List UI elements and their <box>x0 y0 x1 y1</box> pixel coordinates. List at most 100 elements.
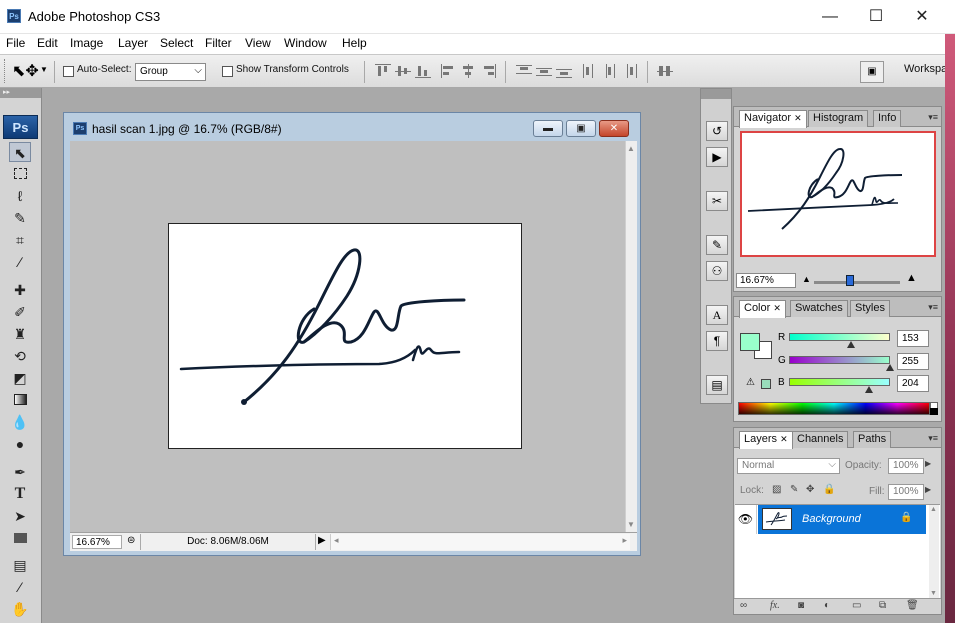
lock-image-icon[interactable]: ✎ <box>790 484 798 495</box>
toolbox-grip[interactable]: ▸▸ <box>0 88 41 98</box>
menu-select[interactable]: Select <box>160 36 193 50</box>
slice-tool-icon[interactable]: ∕ <box>9 252 31 272</box>
distribute-left-icon[interactable] <box>582 64 598 78</box>
minimize-button[interactable]: — <box>807 3 853 31</box>
zoom-slider-thumb[interactable] <box>846 275 854 286</box>
distribute-vertical-center-icon[interactable] <box>536 64 552 78</box>
b-slider-thumb[interactable] <box>865 386 873 393</box>
close-icon[interactable]: ✕ <box>794 113 802 123</box>
color-spectrum-ramp[interactable] <box>738 402 930 415</box>
eyedropper-tool-icon[interactable]: ⁄ <box>9 577 31 597</box>
align-left-icon[interactable] <box>441 64 457 78</box>
distribute-bottom-icon[interactable] <box>556 64 572 78</box>
blur-tool-icon[interactable]: 💧 <box>9 412 31 432</box>
opacity-field[interactable]: 100% <box>888 458 924 474</box>
chevron-up-icon[interactable]: ▲ <box>627 144 635 153</box>
distribute-right-icon[interactable] <box>622 64 638 78</box>
g-slider-thumb[interactable] <box>886 364 894 371</box>
type-tool-icon[interactable]: T <box>9 484 31 504</box>
move-tool-icon[interactable]: ⬉ <box>9 142 31 162</box>
panel-menu-icon[interactable]: ▾≡ <box>928 433 938 444</box>
chevron-down-icon[interactable]: ▼ <box>930 590 937 597</box>
show-transform-checkbox[interactable] <box>222 66 233 77</box>
navigator-preview[interactable] <box>740 131 936 257</box>
align-right-icon[interactable] <box>481 64 497 78</box>
panel-menu-icon[interactable]: ▾≡ <box>928 302 938 313</box>
align-vertical-center-icon[interactable] <box>395 64 411 78</box>
menu-help[interactable]: Help <box>342 36 367 50</box>
menu-window[interactable]: Window <box>284 36 327 50</box>
canvas-area[interactable] <box>70 141 625 532</box>
tab-color[interactable]: Color ✕ <box>739 300 786 318</box>
tool-presets-panel-icon[interactable]: ✂ <box>706 191 728 211</box>
close-button[interactable]: ✕ <box>899 3 945 31</box>
panel-grip[interactable] <box>701 89 731 99</box>
move-tool-preset-icon[interactable]: ⬉✥ <box>12 61 39 81</box>
tab-navigator[interactable]: Navigator ✕ <box>739 110 807 128</box>
fill-arrow-icon[interactable]: ▶ <box>925 485 931 494</box>
align-top-icon[interactable] <box>375 64 391 78</box>
menu-view[interactable]: View <box>245 36 271 50</box>
lock-transparent-icon[interactable]: ▨ <box>772 484 781 495</box>
gradient-tool-icon[interactable] <box>9 390 31 410</box>
adjustment-layer-icon[interactable]: ◐ <box>824 600 830 611</box>
tab-paths[interactable]: Paths <box>853 431 892 448</box>
link-layers-icon[interactable]: ∞ <box>740 600 747 611</box>
chevron-down-icon[interactable]: ▼ <box>40 65 48 74</box>
tab-styles[interactable]: Styles <box>850 300 890 317</box>
zoom-in-icon[interactable]: ▲ <box>906 272 917 284</box>
actions-panel-icon[interactable]: ▶ <box>706 147 728 167</box>
chevron-left-icon[interactable]: ◂ <box>334 535 339 546</box>
chevron-right-icon[interactable]: ▸ <box>622 535 627 546</box>
navigator-zoom-field[interactable]: 16.67% <box>736 273 796 288</box>
dodge-tool-icon[interactable]: ● <box>9 434 31 454</box>
menu-edit[interactable]: Edit <box>37 36 58 50</box>
brush-tool-icon[interactable]: ✐ <box>9 302 31 322</box>
lock-position-icon[interactable]: ✥ <box>806 484 814 495</box>
paragraph-panel-icon[interactable]: ¶ <box>706 331 728 351</box>
panel-menu-icon[interactable]: ▾≡ <box>928 112 938 123</box>
auto-select-dropdown[interactable]: Group ⌵ <box>135 63 206 81</box>
align-horizontal-center-icon[interactable] <box>461 64 477 78</box>
pen-tool-icon[interactable]: ✒ <box>9 462 31 482</box>
healing-brush-tool-icon[interactable]: ✚ <box>9 280 31 300</box>
layers-scrollbar[interactable]: ▲ ▼ <box>929 505 939 599</box>
document-restore-button[interactable]: ▣ <box>566 120 596 137</box>
menu-file[interactable]: File <box>6 36 25 50</box>
distribute-top-icon[interactable] <box>516 64 532 78</box>
bridge-icon[interactable]: ▣ <box>860 61 884 83</box>
status-icon[interactable]: ⊜ <box>127 535 135 546</box>
menu-layer[interactable]: Layer <box>118 36 148 50</box>
g-slider[interactable] <box>789 356 890 364</box>
layer-comps-panel-icon[interactable]: ▤ <box>706 375 728 395</box>
path-selection-tool-icon[interactable]: ➤ <box>9 506 31 526</box>
eye-visibility-icon[interactable]: 👁 <box>735 505 757 534</box>
layer-row-background[interactable]: Background 🔒 <box>758 505 926 534</box>
options-grip[interactable] <box>4 59 6 83</box>
tab-info[interactable]: Info <box>873 110 902 127</box>
workspace-menu[interactable]: Workspa <box>904 63 947 75</box>
zoom-field[interactable]: 16.67% <box>72 535 122 549</box>
maximize-button[interactable]: ☐ <box>853 3 899 31</box>
b-slider[interactable] <box>789 378 890 386</box>
new-layer-icon[interactable]: ⧉ <box>879 600 886 611</box>
photoshop-logo[interactable]: Ps <box>3 115 38 139</box>
eraser-tool-icon[interactable]: ◩ <box>9 368 31 388</box>
new-group-icon[interactable]: ▭ <box>852 600 861 611</box>
chevron-down-icon[interactable]: ▼ <box>627 520 635 529</box>
auto-select-checkbox[interactable] <box>63 66 74 77</box>
hand-tool-icon[interactable]: ✋ <box>9 599 31 619</box>
close-icon[interactable]: ✕ <box>773 303 781 313</box>
chevron-up-icon[interactable]: ▲ <box>930 506 937 513</box>
fill-field[interactable]: 100% <box>888 484 924 500</box>
r-slider[interactable] <box>789 333 890 341</box>
menu-image[interactable]: Image <box>70 36 103 50</box>
marquee-tool-icon[interactable] <box>9 164 31 184</box>
blend-mode-dropdown[interactable]: Normal ⌵ <box>737 458 840 474</box>
clone-source-panel-icon[interactable]: ⚇ <box>706 261 728 281</box>
crop-tool-icon[interactable]: ⌗ <box>9 230 31 250</box>
zoom-out-icon[interactable]: ▲ <box>802 274 811 284</box>
brushes-panel-icon[interactable]: ✎ <box>706 235 728 255</box>
zoom-slider[interactable] <box>814 281 900 284</box>
gamut-color-swatch[interactable] <box>761 379 771 389</box>
